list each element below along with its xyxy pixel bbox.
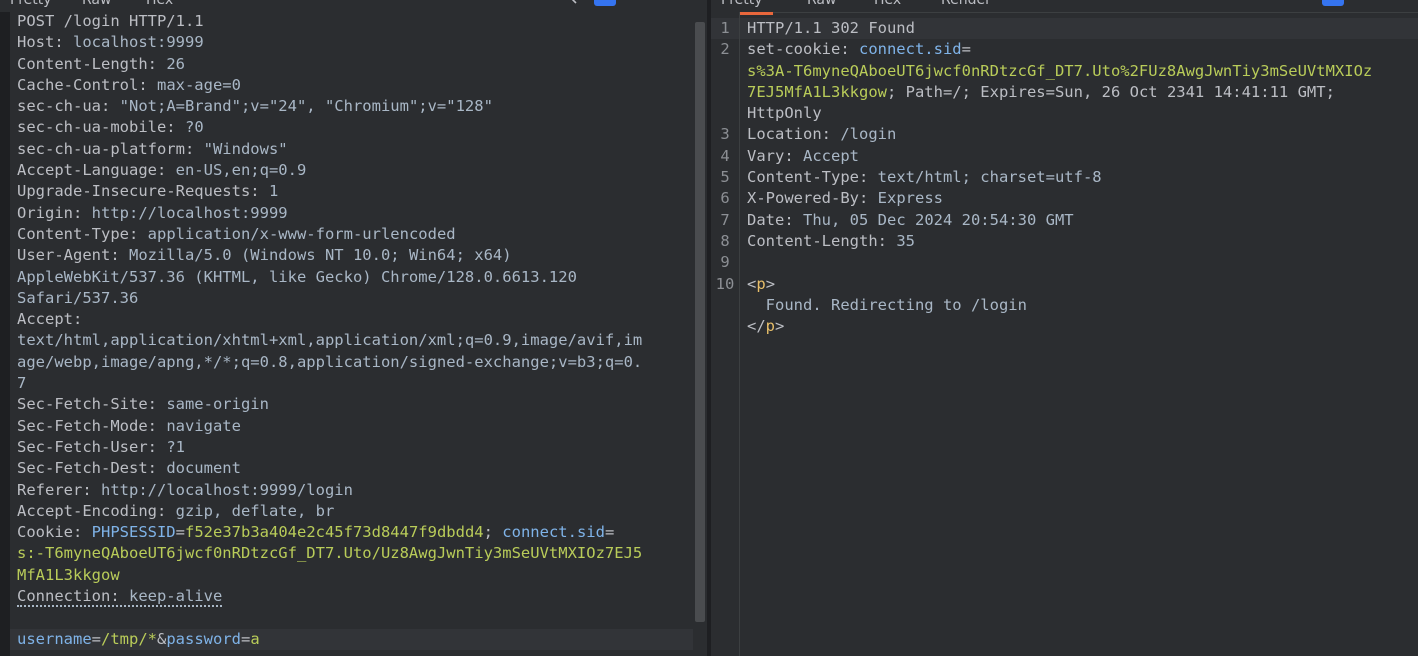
header-line: Date: Thu, 05 Dec 2024 20:54:30 GMT — [747, 210, 1074, 229]
line-number: 1 — [711, 18, 739, 40]
line-number: 2 — [720, 40, 730, 59]
header-line: sec-ch-ua-mobile: ?0 — [17, 118, 204, 137]
header-line: Accept: — [17, 310, 83, 329]
header-line: sec-ch-ua: "Not;A=Brand";v="24", "Chromi… — [17, 97, 493, 116]
header-continuation: 7 — [17, 374, 27, 393]
newline-icon[interactable]: \n — [638, 0, 651, 6]
request-pane: Pretty Raw Hex \n ☰ POST /login HTTP/1.1… — [0, 0, 707, 656]
header-continuation: Safari/537.36 — [17, 288, 139, 307]
header-line: Content-Type: application/x-www-form-url… — [17, 224, 456, 243]
header-line: Connection: keep-alive — [17, 587, 223, 608]
wrap-toggle-icon[interactable] — [594, 0, 616, 6]
cookie-header-line: Cookie: PHPSESSID=f52e37b3a404e2c45f73d8… — [17, 523, 615, 542]
response-pane: Pretty Raw Hex Render \n ☰ 1 2 3 4 5 6 7… — [711, 0, 1418, 656]
line-number: 7 — [720, 210, 730, 229]
header-line: Location: /login — [747, 125, 897, 144]
newline-icon[interactable]: \n — [1365, 0, 1378, 6]
html-open-tag: <p> — [747, 274, 776, 293]
response-status-line: HTTP/1.1 302 Found — [740, 18, 1418, 40]
line-number-spacer — [711, 61, 739, 125]
menu-icon[interactable]: ☰ — [1399, 0, 1411, 6]
html-close-tag: </p> — [747, 317, 785, 336]
header-line: Origin: http://localhost:9999 — [17, 203, 288, 222]
line-number: 4 — [720, 146, 730, 165]
header-line: Sec-Fetch-Dest: document — [17, 459, 241, 478]
line-number: 10 — [715, 274, 735, 293]
line-number: 5 — [720, 168, 730, 187]
tab-response-raw[interactable]: Raw — [797, 0, 846, 12]
header-continuation: text/html,application/xhtml+xml,applicat… — [17, 331, 643, 350]
header-line: Upgrade-Insecure-Requests: 1 — [17, 182, 279, 201]
request-line: POST /login HTTP/1.1 — [17, 12, 204, 30]
header-line: X-Powered-By: Express — [747, 189, 943, 208]
response-editor[interactable]: HTTP/1.1 302 Found set-cookie: connect.s… — [740, 12, 1418, 656]
line-number: 3 — [720, 125, 730, 144]
line-number: 6 — [720, 189, 730, 208]
header-line: Accept-Language: en-US,en;q=0.9 — [17, 161, 307, 180]
header-line: User-Agent: Mozilla/5.0 (Windows NT 10.0… — [17, 246, 512, 265]
header-continuation: age/webp,image/apng,*/*;q=0.8,applicatio… — [17, 352, 643, 371]
request-scrollbar[interactable] — [695, 10, 705, 652]
request-headers: Host: localhost:9999 Content-Length: 26 … — [10, 32, 693, 650]
search-icon[interactable] — [560, 0, 578, 4]
header-line: Host: localhost:9999 — [17, 33, 204, 52]
response-line-numbers: 1 2 3 4 5 6 7 8 9 10 — [711, 12, 740, 656]
line-number: 9 — [720, 253, 730, 272]
header-line: Vary: Accept — [747, 146, 859, 165]
html-text: Found. Redirecting to /login — [747, 295, 1027, 314]
tab-response-render[interactable]: Render — [931, 0, 1001, 12]
wrap-toggle-icon[interactable] — [1322, 0, 1344, 6]
cookie-value-continuation: MfA1L3kkgow — [17, 565, 120, 584]
header-line: Accept-Encoding: gzip, deflate, br — [17, 501, 335, 520]
set-cookie-continuation: s%3A-T6myneQAboeUT6jwcf0nRDtzcGf_DT7.Uto… — [747, 61, 1373, 80]
cookie-value-continuation: s:-T6myneQAboeUT6jwcf0nRDtzcGf_DT7.Uto/U… — [17, 544, 643, 563]
set-cookie-continuation: HttpOnly — [747, 104, 822, 123]
header-line: Sec-Fetch-Site: same-origin — [17, 395, 269, 414]
set-cookie-continuation: 7EJ5MfA1L3kkgow; Path=/; Expires=Sun, 26… — [747, 82, 1335, 101]
header-continuation: AppleWebKit/537.36 (KHTML, like Gecko) C… — [17, 267, 577, 286]
header-line: sec-ch-ua-platform: "Windows" — [17, 139, 288, 158]
request-body-line[interactable]: username=/tmp/*&password=a — [10, 628, 693, 650]
set-cookie-line: set-cookie: connect.sid= — [747, 40, 971, 59]
request-scrollbar-thumb[interactable] — [695, 22, 705, 622]
header-line: Content-Type: text/html; charset=utf-8 — [747, 168, 1102, 187]
header-line: Content-Length: 35 — [747, 231, 915, 250]
header-line: Content-Length: 26 — [17, 54, 185, 73]
tab-response-hex[interactable]: Hex — [864, 0, 911, 12]
header-line: Cache-Control: max-age=0 — [17, 75, 241, 94]
header-line: Referer: http://localhost:9999/login — [17, 480, 353, 499]
header-line: Sec-Fetch-User: ?1 — [17, 437, 185, 456]
header-line: Sec-Fetch-Mode: navigate — [17, 416, 241, 435]
request-editor[interactable]: POST /login HTTP/1.1 Host: localhost:999… — [0, 12, 707, 656]
menu-icon[interactable]: ☰ — [672, 0, 684, 6]
line-number: 8 — [720, 231, 730, 250]
